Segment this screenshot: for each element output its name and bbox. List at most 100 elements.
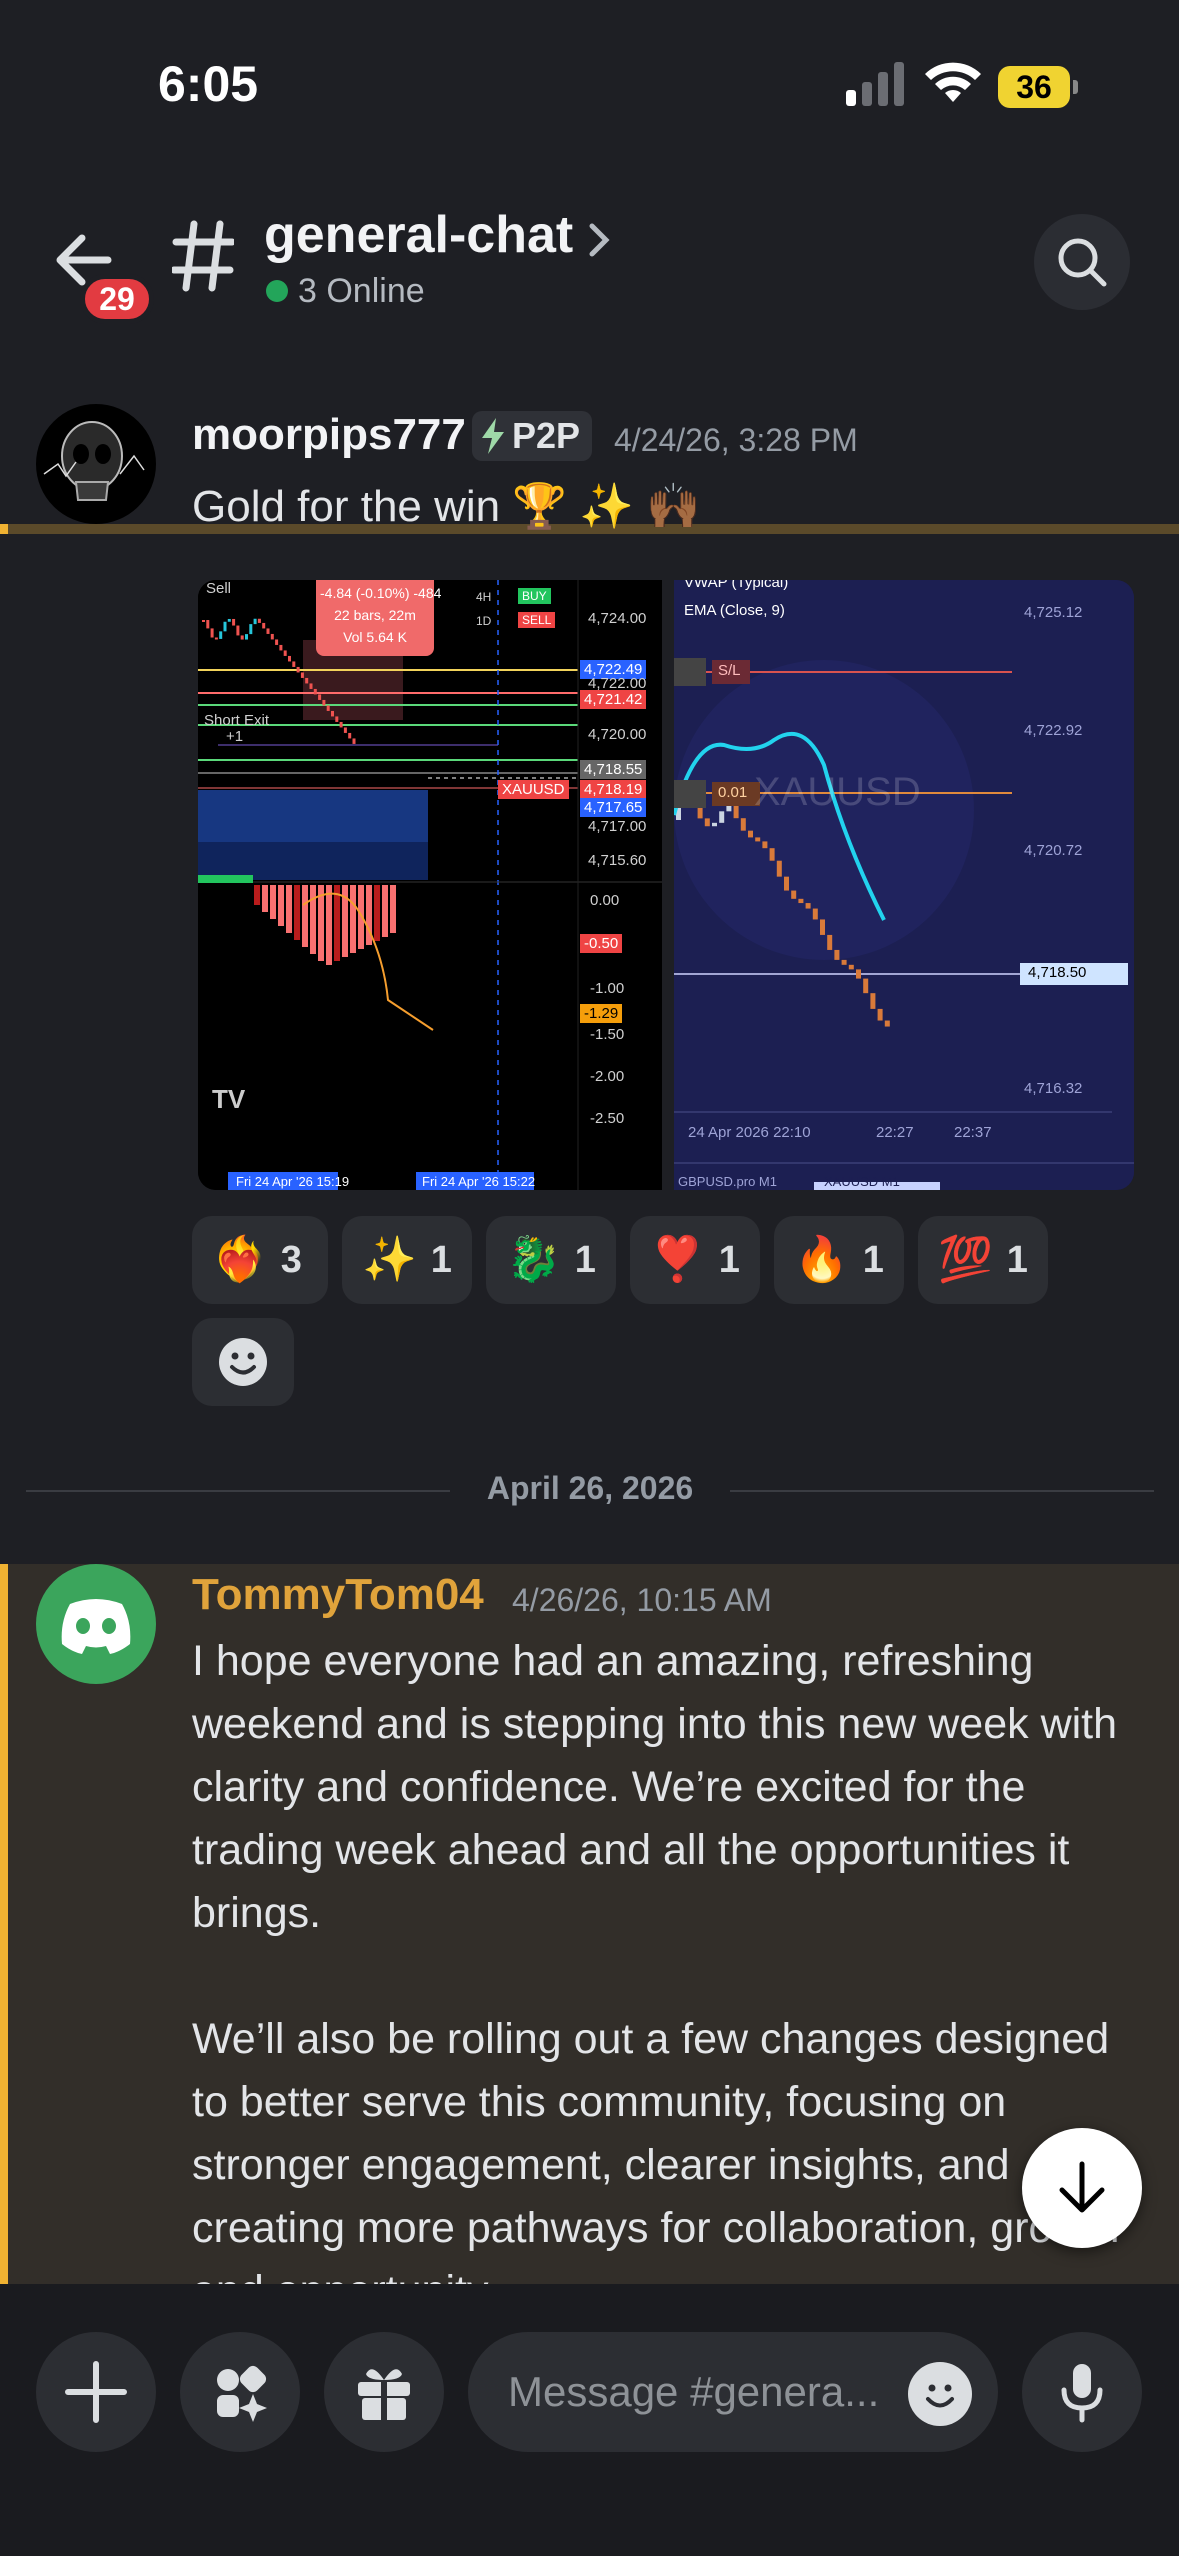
histogram-bar (286, 885, 292, 933)
candle (214, 637, 218, 640)
histogram-bar (374, 885, 380, 941)
message-tommytom[interactable]: TommyTom04 4/26/26, 10:15 AM I hope ever… (0, 1564, 1179, 2315)
message-composer (0, 2284, 1179, 2556)
date-divider-label: April 26, 2026 (450, 1470, 730, 1507)
add-reaction-button[interactable] (192, 1318, 294, 1406)
wifi-icon (925, 62, 981, 102)
osc-tick: 0.00 (590, 892, 620, 909)
price-tick: 4,725.12 (1024, 604, 1083, 621)
battery-level: 36 (998, 66, 1070, 108)
message-paragraph: I hope everyone had an amazing, refreshi… (192, 1637, 1118, 1937)
histogram-bar (334, 885, 340, 961)
candle (719, 811, 725, 823)
candle (283, 650, 287, 656)
candle (748, 830, 753, 838)
candle (279, 644, 283, 651)
candle (210, 628, 214, 638)
reaction-heart-exclamation[interactable]: ❣️ 1 (630, 1216, 760, 1304)
chart-image-right[interactable]: VWAP (Typical) EMA (Close, 9) S/L 0.01 X… (674, 580, 1134, 1190)
role-tag[interactable]: P2P (472, 411, 593, 461)
symbol-tag: XAUUSD (498, 780, 569, 799)
search-button[interactable] (1034, 214, 1130, 310)
candle (827, 934, 833, 950)
ema-indicator-label: EMA (Close, 9) (684, 602, 785, 619)
candle (257, 618, 261, 623)
symbol-watermark: XAUUSD (754, 770, 921, 814)
candle (292, 661, 296, 667)
candle (335, 716, 339, 722)
author-name[interactable]: TommyTom04 (192, 1570, 484, 1620)
avatar[interactable] (36, 1564, 156, 1684)
emoji-button[interactable] (908, 2362, 972, 2426)
reaction-dragon[interactable]: 🐉 1 (486, 1216, 616, 1304)
jump-to-bottom-button[interactable] (1022, 2128, 1142, 2248)
candle (236, 625, 240, 636)
gift-icon (358, 2369, 410, 2422)
osc-tag: -0.50 (580, 934, 623, 953)
reaction-fire[interactable]: 🔥 1 (774, 1216, 904, 1304)
candle (339, 721, 343, 728)
histogram-bar (382, 885, 388, 937)
vwap-indicator-label: VWAP (Typical) (684, 580, 789, 591)
candle (834, 949, 840, 960)
sparkles-icon: ✨ (362, 1235, 417, 1284)
message-input-container[interactable] (468, 2332, 998, 2452)
author-name[interactable]: moorpips777 (192, 410, 466, 460)
histogram-bar (270, 885, 276, 919)
tooltip-line: 22 bars, 22m (334, 607, 416, 623)
candle (798, 898, 804, 904)
candle (812, 908, 818, 920)
candle (863, 978, 869, 994)
channel-header: 29 general-chat 3 Online (0, 180, 1179, 534)
reaction-hundred[interactable]: 💯 1 (918, 1216, 1048, 1304)
reaction-heart-on-fire[interactable]: ❤️‍🔥 3 (192, 1216, 328, 1304)
candle (791, 890, 797, 899)
price-tick: 4,722.92 (1024, 722, 1083, 739)
timestamp: 4/26/26, 10:15 AM (512, 1582, 772, 1618)
chevron-right-icon[interactable] (588, 220, 612, 260)
avatar[interactable] (36, 404, 156, 524)
gift-button[interactable] (324, 2332, 444, 2452)
candle (232, 618, 236, 626)
histogram-bar (278, 885, 284, 926)
histogram-bar (254, 885, 260, 905)
candle (352, 738, 356, 744)
osc-tick: -2.00 (590, 1068, 625, 1085)
svg-text:TV: TV (212, 1084, 246, 1114)
reaction-sparkles[interactable]: ✨ 1 (342, 1216, 472, 1304)
hundred-points-icon: 💯 (938, 1235, 993, 1284)
apps-button[interactable] (180, 2332, 300, 2452)
candle (841, 959, 847, 965)
candle (305, 677, 309, 684)
histogram-bar (310, 885, 316, 954)
time-tick: 22:37 (954, 1124, 992, 1141)
candle (755, 837, 761, 842)
channel-name[interactable]: general-chat (264, 205, 573, 265)
histogram-bar (302, 885, 308, 947)
reaction-count: 1 (862, 1238, 884, 1281)
candle (712, 822, 717, 827)
chart-image-left[interactable]: TV -4.84 (-0.10%) -484 22 bars, 22m Vol … (198, 580, 662, 1190)
date-tag: Fri 24 Apr '26 15:19 (236, 1174, 350, 1189)
histogram-bar (326, 885, 332, 965)
chart-tab-active: XAUUSD M1 (824, 1174, 900, 1189)
price-tick: 4,715.60 (588, 852, 647, 869)
message-input[interactable] (508, 2332, 908, 2452)
price-tick: 4,724.00 (588, 610, 647, 627)
current-price-tag: 4,718.50 (1028, 964, 1087, 981)
lightning-icon (482, 418, 504, 454)
candle (326, 705, 330, 711)
voice-message-button[interactable] (1022, 2332, 1142, 2452)
position-count-label: +1 (226, 728, 244, 745)
candle (300, 672, 304, 678)
heart-exclamation-icon: ❣️ (650, 1235, 705, 1284)
attach-button[interactable] (36, 2332, 156, 2452)
timestamp: 4/24/26, 3:28 PM (614, 422, 858, 458)
status-bar: 6:05 36 (0, 0, 1179, 170)
reaction-count: 1 (718, 1238, 740, 1281)
tooltip-line: Vol 5.64 K (343, 629, 407, 645)
status-time: 6:05 (158, 56, 259, 112)
reaction-count: 1 (430, 1238, 452, 1281)
price-tag: 4,717.65 (580, 798, 647, 817)
osc-tick: -1.50 (590, 1026, 625, 1043)
